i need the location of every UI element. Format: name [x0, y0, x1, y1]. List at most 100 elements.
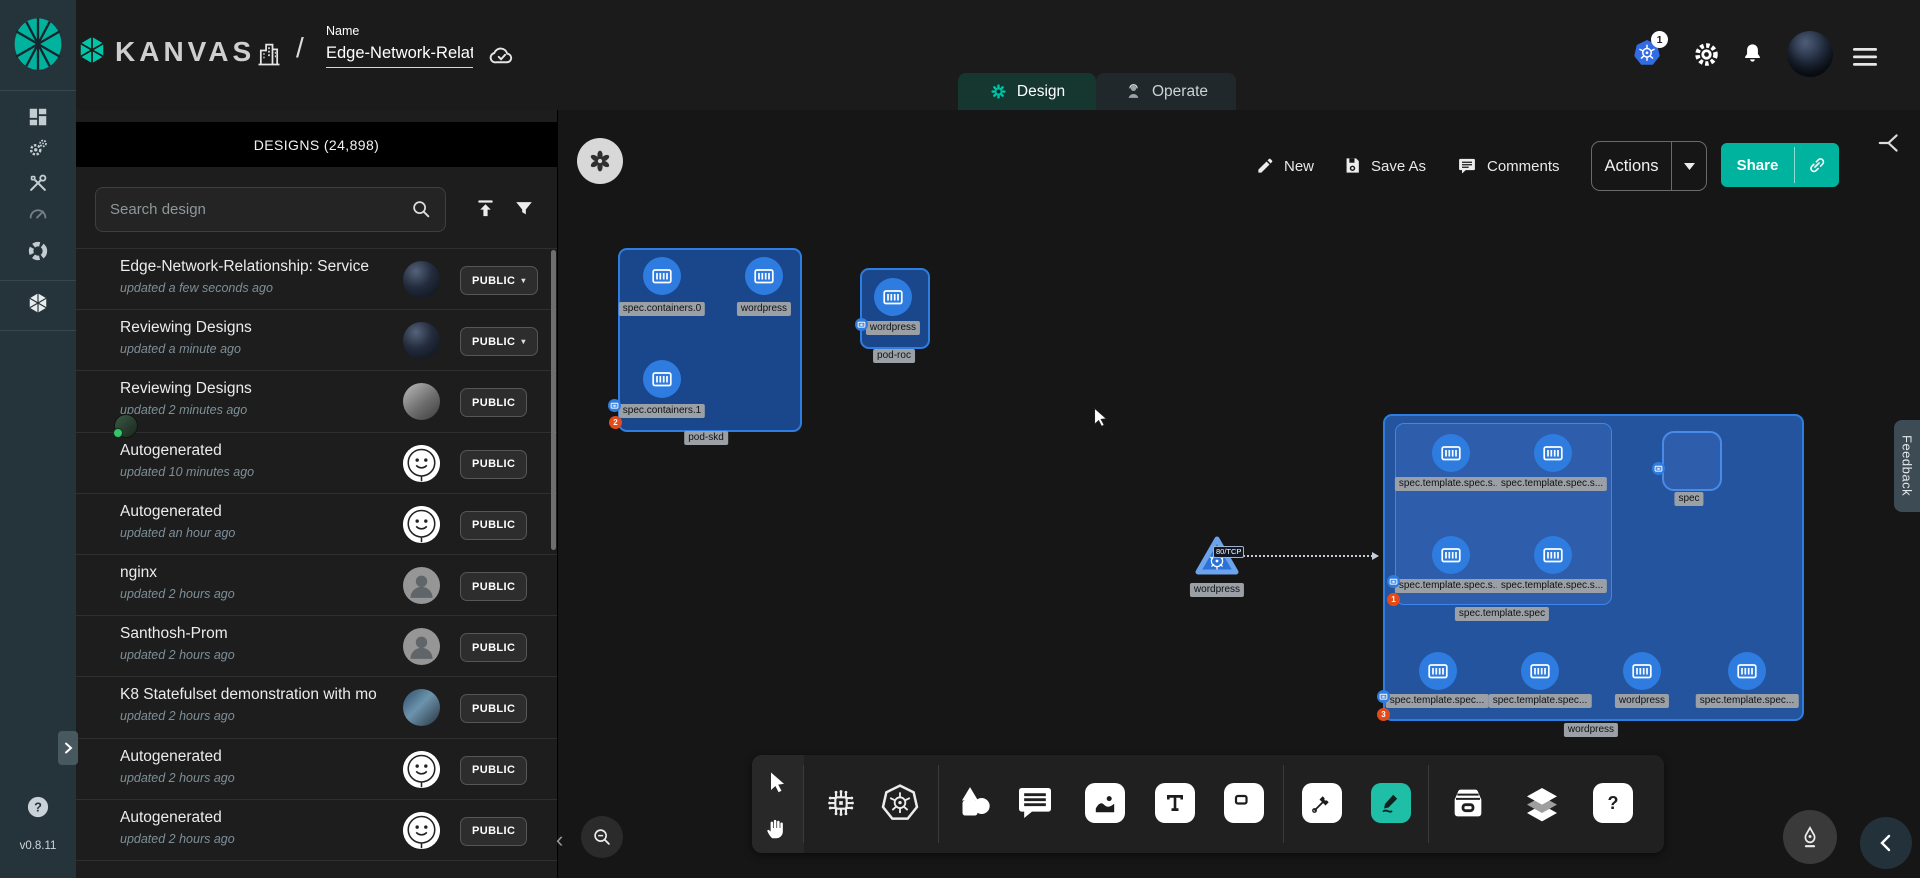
container-node[interactable] [1419, 652, 1457, 690]
design-visibility-badge[interactable]: PUBLIC [460, 694, 527, 723]
service-edge[interactable] [1240, 555, 1376, 557]
container-node[interactable] [874, 278, 912, 316]
container-node[interactable] [1521, 652, 1559, 690]
design-list-item[interactable]: Autogeneratedupdated an hour agoPUBLIC [76, 493, 557, 555]
list-scrollbar[interactable] [551, 250, 556, 550]
comments-icon[interactable] [1457, 156, 1477, 175]
spec-node[interactable] [1662, 431, 1722, 491]
design-visibility-badge[interactable]: PUBLIC▾ [460, 327, 538, 356]
design-visibility-badge[interactable]: PUBLIC [460, 388, 527, 417]
container-node[interactable] [1432, 536, 1470, 574]
design-list-item[interactable]: Reviewing Designsupdated 2 minutes agoPU… [76, 370, 557, 432]
design-author-avatar[interactable] [403, 383, 440, 420]
tab-design[interactable]: Design [958, 73, 1096, 110]
pod-kind-badge[interactable] [608, 399, 621, 412]
container-node[interactable] [1432, 434, 1470, 472]
pod-template-node[interactable] [1395, 423, 1612, 605]
save-as-button[interactable]: Save As [1371, 158, 1426, 175]
kanvas-hexagon-icon[interactable] [27, 292, 49, 314]
user-avatar[interactable] [1787, 31, 1833, 77]
design-list-item[interactable]: K8 Statefulset demonstration with moupda… [76, 676, 557, 738]
design-author-avatar[interactable] [403, 689, 440, 726]
design-list-item[interactable]: Edge-Network-Relationship: Serviceupdate… [76, 248, 557, 310]
dashboard-icon[interactable] [27, 106, 49, 128]
design-author-avatar[interactable] [403, 506, 440, 543]
design-visibility-badge[interactable]: PUBLIC [460, 572, 527, 601]
comments-button[interactable]: Comments [1487, 158, 1560, 175]
image-tool-button[interactable] [1085, 783, 1125, 823]
design-author-avatar[interactable] [403, 628, 440, 665]
design-visibility-badge[interactable]: PUBLIC [460, 511, 527, 540]
design-visibility-badge[interactable]: PUBLIC [460, 817, 527, 846]
shapes-tool-icon[interactable] [955, 783, 995, 823]
container-node[interactable] [1623, 652, 1661, 690]
tab-operate[interactable]: Operate [1096, 73, 1236, 110]
save-as-icon[interactable] [1343, 156, 1362, 175]
design-list-item[interactable]: Autogeneratedupdated 2 hours agoPUBLIC [76, 738, 557, 800]
pod-kind-badge[interactable] [1652, 462, 1665, 475]
select-tool-icon[interactable] [766, 770, 790, 794]
error-count-badge[interactable]: 2 [609, 416, 622, 429]
design-list-item[interactable]: Autogeneratedupdated 10 minutes agoPUBLI… [76, 432, 557, 494]
actions-button[interactable]: Actions [1592, 142, 1671, 190]
new-design-button[interactable]: New [1284, 158, 1314, 175]
container-node[interactable] [1728, 652, 1766, 690]
filter-icon[interactable] [513, 198, 535, 220]
design-list-item[interactable]: nginxupdated 2 hours agoPUBLIC [76, 554, 557, 616]
design-author-avatar[interactable] [403, 567, 440, 604]
zoom-out-button[interactable] [581, 816, 623, 858]
design-name-input[interactable] [326, 42, 473, 68]
design-visibility-badge[interactable]: PUBLIC [460, 633, 527, 662]
feedback-tab[interactable]: Feedback [1894, 420, 1920, 512]
search-icon[interactable] [410, 198, 432, 220]
design-list-item[interactable]: Santhosh-Promupdated 2 hours agoPUBLIC [76, 615, 557, 677]
freehand-draw-tool-button[interactable] [1371, 783, 1411, 823]
help-tool-button[interactable]: ? [1593, 783, 1633, 823]
kubernetes-context-icon[interactable]: 1 [1632, 38, 1662, 68]
lifecycle-gears-icon[interactable] [27, 137, 49, 159]
container-node[interactable] [1534, 434, 1572, 472]
container-node[interactable] [1534, 536, 1572, 574]
import-design-icon[interactable] [474, 197, 497, 220]
error-count-badge[interactable]: 3 [1377, 708, 1390, 721]
menu-hamburger-icon[interactable] [1853, 47, 1877, 67]
design-author-avatar[interactable] [403, 261, 440, 298]
search-design-input[interactable] [108, 188, 402, 231]
actions-dropdown-button[interactable] [1672, 142, 1706, 190]
help-icon[interactable]: ? [27, 796, 49, 818]
design-author-avatar[interactable] [403, 322, 440, 359]
organization-icon[interactable] [255, 40, 283, 72]
pan-hand-tool-icon[interactable] [764, 815, 790, 841]
design-list-item[interactable]: Autogeneratedupdated 2 hours agoPUBLIC [76, 799, 557, 861]
hierarchy-toggle-icon[interactable] [1876, 130, 1902, 156]
text-tool-button[interactable] [1155, 783, 1195, 823]
toolkit-icon[interactable] [27, 172, 49, 194]
container-node[interactable] [643, 257, 681, 295]
design-visibility-badge[interactable]: PUBLIC▾ [460, 266, 538, 295]
notifications-bell-icon[interactable] [1740, 41, 1765, 68]
design-author-avatar[interactable] [403, 445, 440, 482]
design-visibility-badge[interactable]: PUBLIC [460, 756, 527, 785]
design-list-item[interactable]: Reviewing Designsupdated a minute agoPUB… [76, 309, 557, 371]
new-design-icon[interactable] [1256, 156, 1275, 175]
collapse-panel-button[interactable] [1860, 817, 1912, 869]
container-node[interactable] [745, 257, 783, 295]
kubernetes-tool-icon[interactable] [880, 783, 920, 823]
copy-link-button[interactable] [1795, 143, 1839, 187]
design-author-avatar[interactable] [403, 751, 440, 788]
design-visibility-badge[interactable]: PUBLIC [460, 450, 527, 479]
archive-tool-icon[interactable] [1448, 783, 1488, 823]
components-tool-icon[interactable] [824, 786, 858, 820]
pen-tool-button[interactable] [1302, 783, 1342, 823]
design-anchor-button[interactable] [1783, 810, 1837, 864]
design-author-avatar[interactable] [403, 812, 440, 849]
note-tool-button[interactable] [1224, 783, 1264, 823]
error-count-badge[interactable]: 1 [1387, 593, 1400, 606]
container-node[interactable] [643, 360, 681, 398]
extensions-dock-button[interactable] [577, 138, 623, 184]
share-button[interactable]: Share [1721, 143, 1794, 187]
performance-gauge-icon[interactable] [27, 202, 49, 224]
pod-kind-badge[interactable] [1387, 575, 1400, 588]
layer5-logo-icon[interactable] [10, 16, 66, 72]
mesh-icon[interactable] [27, 240, 49, 262]
